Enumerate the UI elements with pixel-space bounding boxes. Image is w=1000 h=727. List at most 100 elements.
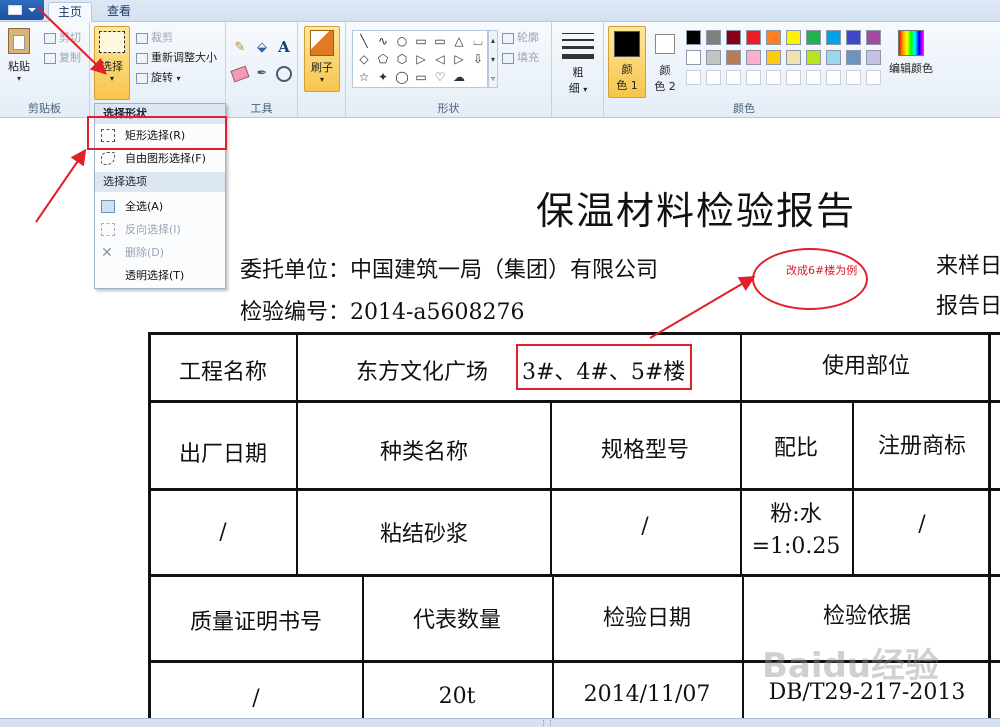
cell-quantity: 20t (438, 684, 476, 709)
color-swatch[interactable] (686, 50, 701, 65)
shape-item[interactable]: ⬡ (395, 52, 409, 66)
custom-color-slot[interactable] (786, 70, 801, 85)
custom-color-slot[interactable] (826, 70, 841, 85)
menu-item-transparent-select[interactable]: 透明选择(T) (95, 265, 225, 287)
fill-icon (502, 52, 514, 64)
shape-item[interactable]: ☁ (452, 70, 466, 84)
fill-button[interactable]: 填充 (502, 50, 539, 66)
color-swatch[interactable] (786, 50, 801, 65)
shape-item[interactable]: ☆ (357, 70, 371, 84)
tab-home[interactable]: 主页 (48, 2, 93, 23)
text-tool-icon[interactable]: A (276, 38, 292, 56)
paint-window: 主页 查看 粘贴 ▾ 剪切 复制 剪贴板 选择 ▾ 裁剪 重新调整大小 旋转 ▾ (0, 0, 1000, 727)
paste-button[interactable]: 粘贴 ▾ (4, 26, 34, 90)
color-swatch[interactable] (766, 30, 781, 45)
shapes-gallery[interactable]: ╲ ∿ ○ ▭ ▭ △ ⌴ ◇ ⬠ ⬡ ▷ ◁ ▷ ⇩ ☆ ✦ ◯ ▭ ♡ ☁ (352, 30, 488, 88)
clipboard-group: 粘贴 ▾ 剪切 复制 剪贴板 (0, 22, 90, 118)
color-picker-icon[interactable]: ✒ (254, 66, 270, 82)
magnifier-icon[interactable] (276, 66, 292, 82)
shape-item[interactable]: ⇩ (471, 52, 485, 66)
color-swatch[interactable] (826, 50, 841, 65)
color1-button[interactable]: 颜 色 1 (608, 26, 646, 98)
gallery-scroll[interactable]: ▴ ▾ ▿ (488, 30, 498, 88)
custom-color-slot[interactable] (806, 70, 821, 85)
cell-type: 粘结砂浆 (379, 522, 468, 547)
resize-button[interactable]: 重新调整大小 (136, 50, 217, 66)
cut-button[interactable]: 剪切 (44, 30, 81, 46)
shape-item[interactable]: ◇ (357, 52, 371, 66)
menu-item-free-select[interactable]: 自由图形选择(F) (95, 148, 225, 170)
color-swatch[interactable] (726, 50, 741, 65)
color2-label: 颜 (659, 64, 671, 77)
shape-item[interactable]: ▷ (414, 52, 428, 66)
color-swatch[interactable] (866, 50, 881, 65)
delete-icon: ✕ (101, 245, 113, 261)
custom-color-slot[interactable] (746, 70, 761, 85)
color2-button[interactable]: 颜 色 2 (650, 30, 680, 96)
custom-color-slot[interactable] (846, 70, 861, 85)
crop-button[interactable]: 裁剪 (136, 30, 173, 46)
custom-color-slot[interactable] (706, 70, 721, 85)
ribbon-tabs: 主页 查看 (0, 0, 1000, 23)
pencil-icon[interactable]: ✎ (232, 40, 248, 56)
custom-color-slot[interactable] (686, 70, 701, 85)
color-swatch[interactable] (786, 30, 801, 45)
shape-item[interactable]: ▭ (414, 70, 428, 84)
shape-item[interactable]: △ (452, 34, 466, 48)
cell-ratio-b: =1:0.25 (751, 534, 841, 559)
custom-color-slot[interactable] (726, 70, 741, 85)
file-menu-button[interactable] (0, 0, 44, 20)
shape-item[interactable]: ○ (395, 34, 409, 48)
color-swatch[interactable] (866, 30, 881, 45)
custom-color-slot[interactable] (866, 70, 881, 85)
shape-item[interactable]: ╲ (357, 34, 371, 48)
color-swatch[interactable] (706, 50, 721, 65)
copy-button[interactable]: 复制 (44, 50, 81, 66)
transparent-select-label: 透明选择(T) (125, 269, 185, 282)
color1-label: 颜 (621, 63, 633, 76)
color-swatch[interactable] (686, 30, 701, 45)
shape-item[interactable]: ⌴ (471, 34, 485, 48)
tools-group-label: 工具 (250, 102, 273, 115)
shape-item[interactable]: ♡ (433, 70, 447, 84)
shape-item[interactable]: ⬠ (376, 52, 390, 66)
menu-item-delete[interactable]: ✕ 删除(D) (95, 242, 225, 264)
colors-group-label: 颜色 (733, 102, 755, 115)
color-swatch[interactable] (846, 50, 861, 65)
color-swatch[interactable] (826, 30, 841, 45)
shape-item[interactable]: ◁ (433, 52, 447, 66)
cell-usage-label: 使用部位 (821, 354, 910, 379)
fill-bucket-icon[interactable]: ⬙ (254, 40, 270, 56)
select-button[interactable]: 选择 ▾ (94, 26, 130, 100)
menu-item-select-all[interactable]: 全选(A) (95, 196, 225, 218)
grip-icon[interactable]: ⋮⋮ (540, 719, 554, 727)
watermark: Baidu经验 (762, 646, 940, 686)
color-swatch[interactable] (726, 30, 741, 45)
size-button[interactable]: 粗 细 ▾ (562, 64, 594, 96)
shape-item[interactable]: ▷ (452, 52, 466, 66)
table-vline (852, 400, 854, 576)
color-swatch[interactable] (806, 30, 821, 45)
color-swatch[interactable] (766, 50, 781, 65)
size-label-2: 细 (568, 82, 580, 95)
cut-label: 剪切 (59, 31, 81, 44)
color-swatch[interactable] (706, 30, 721, 45)
edit-colors-button[interactable]: 编辑颜色 (886, 30, 936, 96)
custom-color-slot[interactable] (766, 70, 781, 85)
shape-item[interactable]: ✦ (376, 70, 390, 84)
cell-project-name: 东方文化广场 (356, 360, 489, 385)
menu-item-invert-select[interactable]: 反向选择(I) (95, 219, 225, 241)
brush-button[interactable]: 刷子 ▾ (304, 26, 340, 92)
rotate-button[interactable]: 旋转 ▾ (136, 70, 181, 86)
outline-button[interactable]: 轮廓 (502, 30, 539, 46)
shape-item[interactable]: ∿ (376, 34, 390, 48)
eraser-icon[interactable] (230, 65, 250, 83)
color-swatch[interactable] (746, 30, 761, 45)
color-swatch[interactable] (746, 50, 761, 65)
color-swatch[interactable] (846, 30, 861, 45)
color-swatch[interactable] (806, 50, 821, 65)
shape-item[interactable]: ◯ (395, 70, 409, 84)
shape-item[interactable]: ▭ (414, 34, 428, 48)
shape-item[interactable]: ▭ (433, 34, 447, 48)
tab-view[interactable]: 查看 (98, 2, 140, 22)
